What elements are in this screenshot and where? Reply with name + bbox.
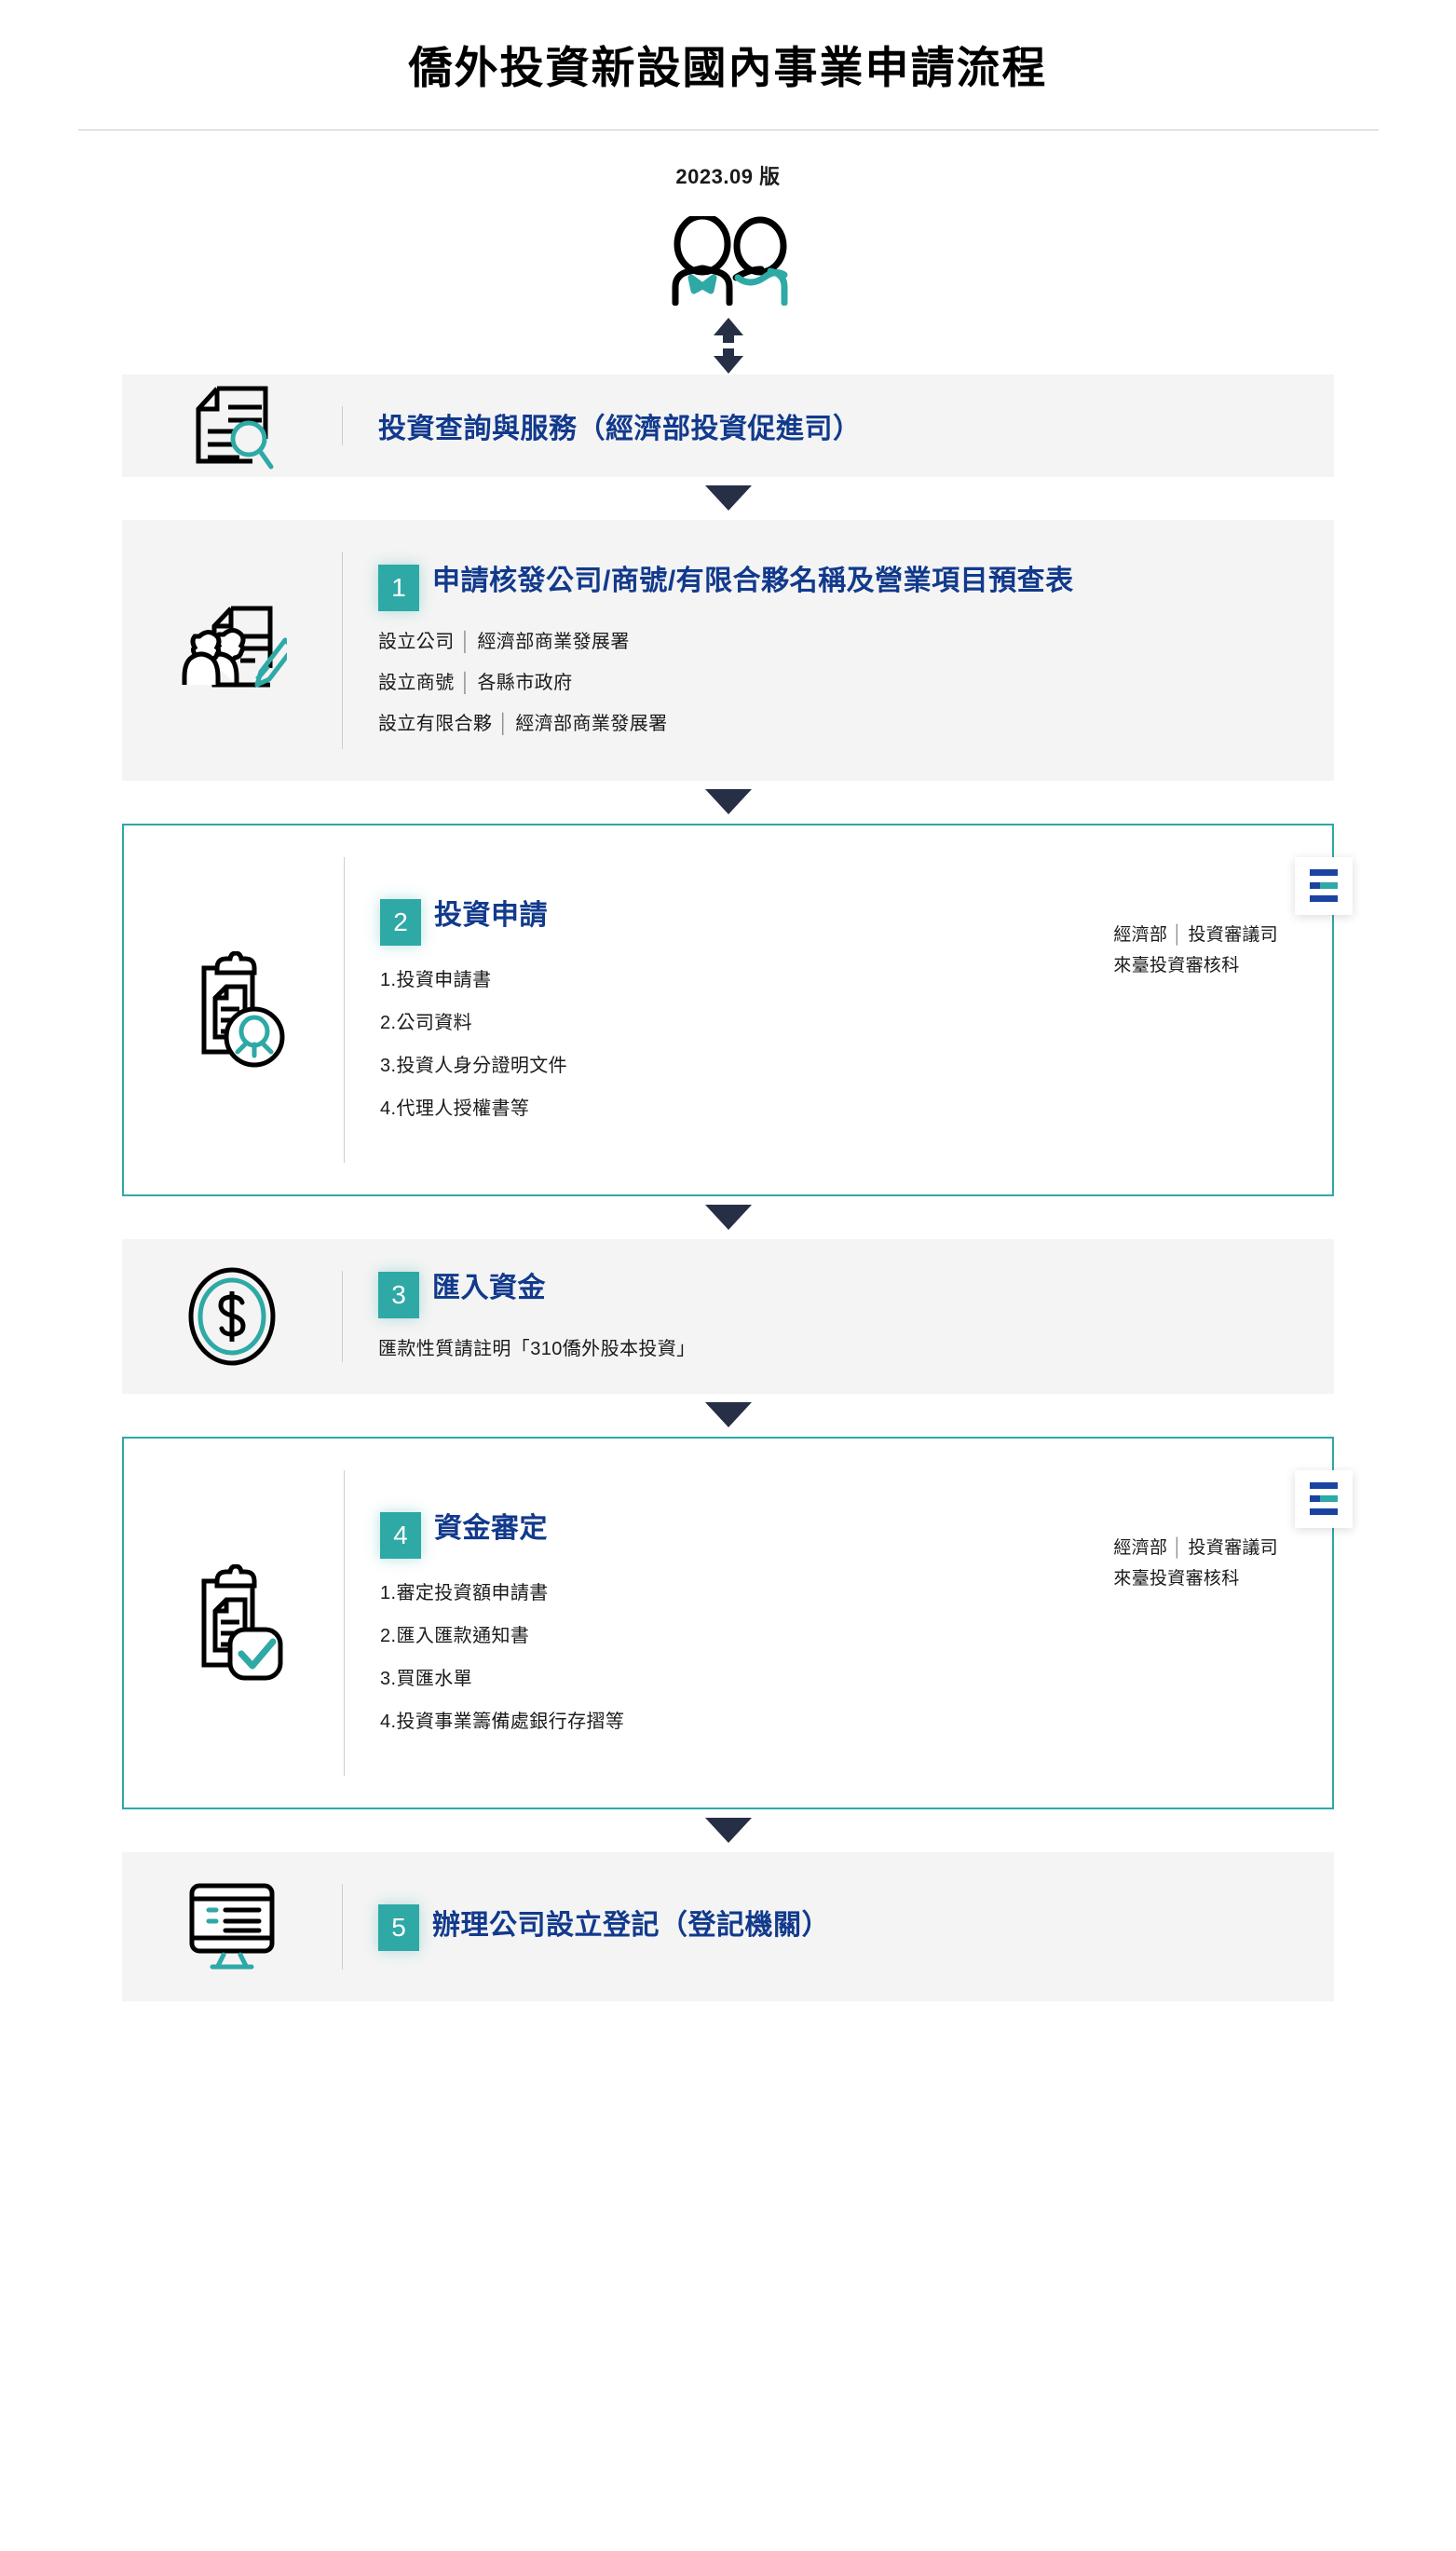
service-row-body: 投資查詢與服務（經濟部投資促進司）: [343, 405, 1334, 446]
service-row-title: 投資查詢與服務（經濟部投資促進司）: [378, 413, 862, 444]
bar-top: [1310, 869, 1338, 877]
step-5-body: 5 辦理公司設立登記（登記機關）: [343, 1902, 1334, 1952]
detail-value: 經濟部商業發展署: [515, 714, 668, 735]
authority-line-1: 經濟部 │ 投資審議司: [1113, 1534, 1278, 1564]
step-4-title: 資金審定: [434, 1513, 548, 1545]
document-item: 3.投資人身分證明文件: [380, 1056, 568, 1077]
detail-separator: │: [459, 632, 472, 653]
step-3-body: 3 匯入資金 匯款性質請註明「310僑外股本投資」: [343, 1269, 1334, 1363]
connector-arrow-2: [0, 781, 1456, 824]
clipboard-person-badge-icon: [180, 950, 288, 1069]
step-5-title: 辦理公司設立登記（登記機關）: [432, 1910, 830, 1942]
bar-bottom: [1310, 895, 1338, 903]
arrow-down-icon: [704, 1818, 752, 1844]
step-number-badge: 5: [378, 1904, 419, 1952]
clipboard-check-icon: [180, 1563, 288, 1682]
monitor-list-icon: [181, 1880, 283, 1973]
step-1-icon-wrap: [122, 595, 342, 705]
step-number-badge: 1: [378, 565, 419, 612]
step-row-1[interactable]: 1 申請核發公司/商號/有限合夥名稱及營業項目預查表 設立公司 │ 經濟部商業發展署…: [122, 519, 1334, 781]
detail-label: 設立有限合夥: [378, 714, 493, 735]
step-3-head: 3 匯入資金: [378, 1269, 1310, 1319]
two-people-icon: [645, 215, 812, 306]
step-2-documents: 1.投資申請書 2.公司資料 3.投資人身分證明文件 4.代理人授權書等: [380, 966, 1308, 1123]
page-title: 僑外投資新設國內事業申請流程: [408, 43, 1048, 92]
step-5-head: 5 辦理公司設立登記（登記機關）: [378, 1902, 1310, 1952]
authority-ministry: 經濟部: [1113, 1538, 1168, 1559]
step-4-icon-wrap: [124, 1563, 344, 1682]
two-people-icon-wrap: [0, 215, 1456, 306]
connector-arrow-3: [0, 1196, 1456, 1239]
arrow-down-icon: [704, 1205, 752, 1231]
step-2-icon-wrap: [124, 950, 344, 1069]
arrow-down-icon: [704, 789, 752, 815]
step-row-5[interactable]: 5 辦理公司設立登記（登記機關）: [122, 1851, 1334, 2001]
arrow-down-icon: [704, 1402, 752, 1428]
step-4-authority: 經濟部 │ 投資審議司 來臺投資審核科: [1113, 1534, 1278, 1594]
document-item: 3.買匯水單: [380, 1669, 473, 1690]
step-4-body: 4 資金審定 1.審定投資額申請書 2.匯入匯款通知書 3.買匯水單 4.投資事…: [345, 1509, 1332, 1736]
connector-arrow-1: [0, 477, 1456, 520]
authority-department: 投資審議司: [1188, 1538, 1278, 1559]
authority-separator: │: [1172, 925, 1184, 946]
step-1-detail-0: 設立公司 │ 經濟部商業發展署: [378, 628, 1310, 656]
step-3-title: 匯入資金: [432, 1273, 546, 1304]
arrow-down-icon: [704, 485, 752, 512]
detail-label: 設立商號: [378, 673, 455, 694]
authority-line-2: 來臺投資審核科: [1113, 955, 1240, 975]
detail-label: 設立公司: [378, 632, 455, 653]
detail-value: 經濟部商業發展署: [477, 632, 630, 653]
document-item: 2.匯入匯款通知書: [380, 1626, 530, 1647]
bar-bottom: [1310, 1508, 1338, 1516]
service-row[interactable]: 投資查詢與服務（經濟部投資促進司）: [122, 374, 1334, 477]
document-item: 4.投資事業籌備處銀行存摺等: [380, 1712, 625, 1733]
up-down-arrow-icon: [713, 317, 744, 374]
authority-bars-icon: [1295, 856, 1353, 915]
step-number-badge: 2: [380, 899, 421, 947]
step-number-badge: 3: [378, 1272, 419, 1319]
detail-separator: │: [497, 714, 510, 735]
step-3-icon-wrap: [122, 1267, 342, 1366]
step-1-title: 申請核發公司/商號/有限合夥名稱及營業項目預查表: [432, 566, 1074, 597]
authority-separator: │: [1172, 1538, 1184, 1559]
step-row-3[interactable]: 3 匯入資金 匯款性質請註明「310僑外股本投資」: [122, 1238, 1334, 1394]
step-2-body: 2 投資申請 1.投資申請書 2.公司資料 3.投資人身分證明文件 4.代理人授…: [345, 896, 1332, 1123]
step-number-badge: 4: [380, 1512, 421, 1560]
step-2-authority: 經濟部 │ 投資審議司 來臺投資審核科: [1113, 921, 1278, 981]
authority-ministry: 經濟部: [1113, 925, 1168, 946]
step-5-icon-wrap: [122, 1880, 342, 1973]
bar-middle: [1310, 1495, 1338, 1503]
detail-separator: │: [459, 673, 472, 694]
document-item: 2.公司資料: [380, 1013, 473, 1034]
step-4-documents: 1.審定投資額申請書 2.匯入匯款通知書 3.買匯水單 4.投資事業籌備處銀行存…: [380, 1579, 1308, 1736]
document-search-icon: [187, 381, 277, 471]
flowchart-page: 僑外投資新設國內事業申請流程 2023.09 版 投資查詢與服務（經濟部投資促進…: [0, 0, 1456, 2551]
up-down-arrow-wrap: [0, 317, 1456, 375]
title-block: 僑外投資新設國內事業申請流程 2023.09 版: [0, 0, 1456, 190]
step-3-note: 匯款性質請註明「310僑外股本投資」: [378, 1339, 696, 1360]
step-3-note-wrap: 匯款性質請註明「310僑外股本投資」: [378, 1335, 1310, 1363]
step-1-detail-2: 設立有限合夥 │ 經濟部商業發展署: [378, 710, 1310, 738]
step-1-detail-1: 設立商號 │ 各縣市政府: [378, 669, 1310, 697]
authority-line-2: 來臺投資審核科: [1113, 1568, 1240, 1589]
step-row-2[interactable]: 2 投資申請 1.投資申請書 2.公司資料 3.投資人身分證明文件 4.代理人授…: [122, 823, 1353, 1196]
step-row-4[interactable]: 4 資金審定 1.審定投資額申請書 2.匯入匯款通知書 3.買匯水單 4.投資事…: [122, 1436, 1353, 1809]
service-row-icon-wrap: [122, 381, 342, 471]
people-document-pencil-icon: [177, 595, 287, 705]
bar-top: [1310, 1482, 1338, 1490]
authority-department: 投資審議司: [1188, 925, 1278, 946]
detail-value: 各縣市政府: [477, 673, 573, 694]
step-1-body: 1 申請核發公司/商號/有限合夥名稱及營業項目預查表 設立公司 │ 經濟部商業發展署…: [343, 562, 1334, 738]
step-1-details: 設立公司 │ 經濟部商業發展署 設立商號 │ 各縣市政府 設立有限合夥 │ 經濟部商業發展署: [378, 628, 1310, 738]
connector-arrow-5: [0, 1809, 1456, 1852]
step-2-title: 投資申請: [434, 900, 548, 932]
bar-middle: [1310, 882, 1338, 890]
connector-arrow-4: [0, 1394, 1456, 1437]
authority-line-1: 經濟部 │ 投資審議司: [1113, 921, 1278, 951]
dollar-circle-icon: [183, 1267, 281, 1366]
authority-bars-icon: [1295, 1469, 1353, 1528]
version-label: 2023.09 版: [675, 164, 781, 188]
step-1-head: 1 申請核發公司/商號/有限合夥名稱及營業項目預查表: [378, 562, 1310, 612]
document-item: 4.代理人授權書等: [380, 1098, 530, 1120]
